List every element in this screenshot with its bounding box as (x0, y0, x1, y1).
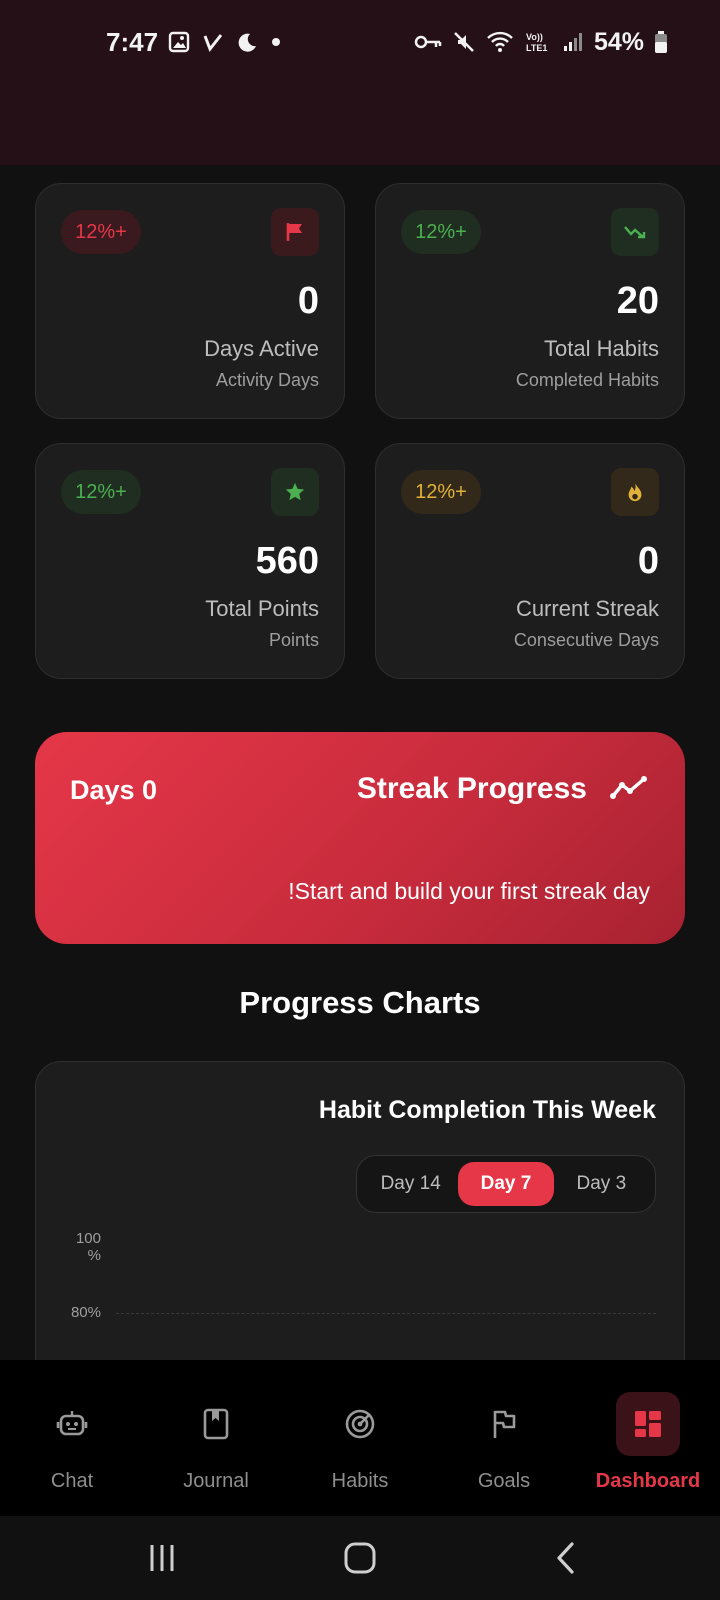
nav-label: Journal (183, 1470, 249, 1492)
status-left-icons (168, 31, 282, 53)
target-icon (328, 1392, 392, 1456)
dot-icon (272, 38, 280, 46)
stat-value: 20 (616, 280, 659, 322)
streak-progress-card[interactable]: Days 0 Streak Progress !Start and build … (35, 732, 685, 944)
y-axis-label-100: 100 % (61, 1230, 101, 1264)
recent-apps-icon (150, 1545, 174, 1571)
signal-icon (563, 33, 582, 51)
nav-item-dashboard[interactable]: Dashboard (576, 1360, 720, 1516)
volte-icon: Vo))LTE1 (526, 32, 547, 53)
change-badge: 12%+ (401, 210, 481, 254)
stat-title: Current Streak (515, 596, 659, 621)
change-badge: 12%+ (61, 470, 141, 514)
habit-completion-chart: Habit Completion This Week Day 14 Day 7 … (35, 1061, 685, 1360)
wifi-icon (487, 31, 513, 52)
battery-icon (655, 31, 667, 53)
back-button[interactable] (542, 1536, 590, 1580)
trend-line-icon (610, 776, 647, 799)
back-icon (557, 1542, 574, 1574)
range-option-7[interactable]: Day 7 (458, 1162, 554, 1206)
status-bar: 7:47 Vo)) LTE1 54% (0, 22, 720, 62)
flag-outline-icon (472, 1392, 536, 1456)
range-selector: Day 14 Day 7 Day 3 (356, 1155, 656, 1213)
nav-label: Goals (477, 1470, 531, 1492)
gallery-icon (168, 31, 190, 53)
recent-apps-button[interactable] (138, 1536, 186, 1580)
bottom-navigation: Chat Journal Habits Goals Dashboard (0, 1360, 720, 1516)
svg-text:LTE1: LTE1 (526, 43, 547, 53)
trend-icon (611, 208, 659, 256)
nav-label: Dashboard (595, 1470, 701, 1492)
key-icon (414, 35, 442, 49)
fire-icon (611, 468, 659, 516)
home-button[interactable] (336, 1536, 384, 1580)
stat-value: 560 (255, 540, 319, 582)
app-header: 7:47 Vo)) LTE1 54% (0, 0, 720, 165)
stat-title: Total Habits (544, 336, 659, 361)
stat-subtitle: Completed Habits (515, 370, 659, 390)
dashboard-content: 12%+ 0 Days Active Activity Days 12%+ 20… (0, 165, 720, 1360)
stat-value: 0 (637, 540, 659, 582)
stat-subtitle: Activity Days (215, 370, 319, 390)
nav-item-journal[interactable]: Journal (144, 1360, 288, 1516)
stat-card-current-streak[interactable]: 12%+ 0 Current Streak Consecutive Days (375, 443, 685, 679)
stat-title: Total Points (205, 596, 319, 621)
mute-icon (454, 32, 474, 52)
dashboard-icon (616, 1392, 680, 1456)
system-navigation (0, 1516, 720, 1600)
star-icon (271, 468, 319, 516)
chart-title: Habit Completion This Week (318, 1096, 656, 1124)
y-tick-line1: 100 (75, 1230, 101, 1247)
streak-days: Days 0 (70, 775, 158, 805)
home-icon (344, 1542, 376, 1574)
change-badge: 12%+ (61, 210, 141, 254)
status-right-icons: Vo)) LTE1 54% (414, 28, 668, 57)
stat-subtitle: Points (268, 630, 319, 650)
book-icon (184, 1392, 248, 1456)
grid-line-80 (116, 1313, 656, 1314)
check-icon (203, 34, 223, 53)
svg-text:Vo)): Vo)) (526, 32, 543, 42)
nav-item-goals[interactable]: Goals (432, 1360, 576, 1516)
range-option-3[interactable]: Day 3 (554, 1162, 649, 1206)
nav-label: Chat (50, 1470, 94, 1492)
stat-card-total-points[interactable]: 12%+ 560 Total Points Points (35, 443, 345, 679)
robot-icon (40, 1392, 104, 1456)
status-time: 7:47 (106, 26, 159, 57)
change-badge: 12%+ (401, 470, 481, 514)
section-title: Progress Charts (239, 985, 481, 1020)
stat-subtitle: Consecutive Days (513, 630, 659, 650)
stat-title: Days Active (204, 336, 319, 361)
stat-card-days-active[interactable]: 12%+ 0 Days Active Activity Days (35, 183, 345, 419)
flag-icon (271, 208, 319, 256)
moon-icon (238, 33, 256, 52)
stat-card-total-habits[interactable]: 12%+ 20 Total Habits Completed Habits (375, 183, 685, 419)
nav-label: Habits (331, 1470, 389, 1492)
stat-value: 0 (297, 280, 319, 322)
nav-item-chat[interactable]: Chat (0, 1360, 144, 1516)
y-axis-label-80: 80% (70, 1304, 101, 1321)
streak-title: Streak Progress (356, 772, 587, 805)
range-option-14[interactable]: Day 14 (363, 1162, 458, 1206)
y-tick-line2: % (87, 1247, 101, 1264)
battery-percent: 54% (593, 27, 644, 56)
streak-message: !Start and build your first streak day (288, 878, 650, 904)
nav-item-habits[interactable]: Habits (288, 1360, 432, 1516)
